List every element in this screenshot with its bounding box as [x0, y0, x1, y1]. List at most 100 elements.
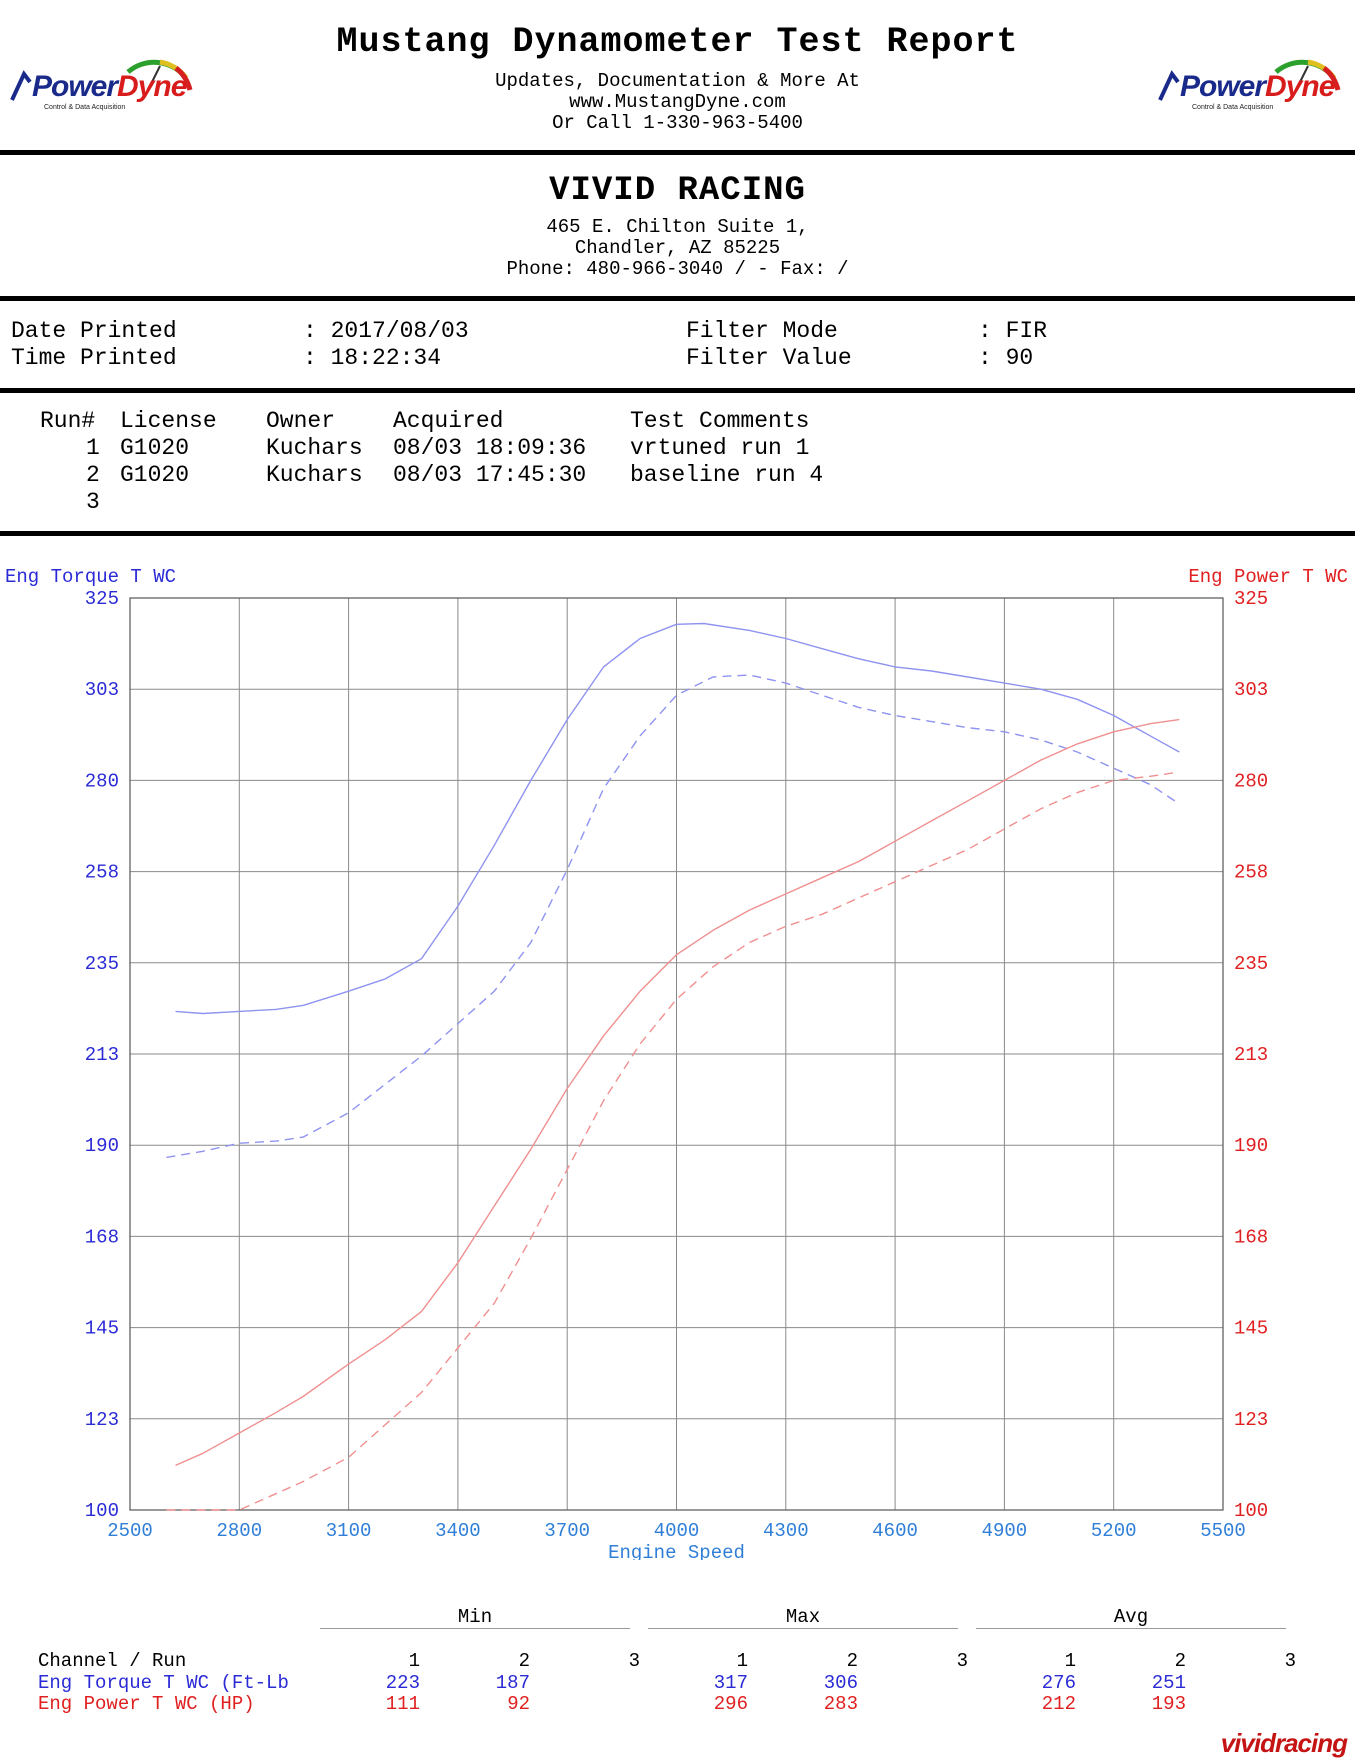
y-tick-label-right: 325 — [1234, 588, 1268, 610]
header-website: www.MustangDyne.com — [569, 91, 786, 113]
y-tick-label-right: 168 — [1234, 1226, 1268, 1248]
y-tick-label-left: 325 — [85, 588, 119, 610]
stats-group-min: Min — [457, 1606, 493, 1628]
stats-group-max: Max — [785, 1606, 821, 1628]
stats-run-header: 3 — [628, 1650, 640, 1672]
stats-power-min-run2: 92 — [507, 1693, 530, 1715]
x-tick-label: 5500 — [1200, 1520, 1246, 1542]
stats-run-header: 2 — [518, 1650, 530, 1672]
stats-torque-max-run1: 317 — [713, 1672, 748, 1694]
dyno-chart: 2500 2800 3100 3400 3700 4000 4300 4600 4900 5200… — [85, 588, 1268, 1560]
y-tick-label-left: 145 — [85, 1318, 119, 1340]
y-tick-label-right: 100 — [1234, 1500, 1268, 1522]
shop-phone: Phone: 480-966-3040 / - Fax: / — [506, 258, 849, 280]
run-header-license: License — [120, 408, 217, 434]
y-tick-label-left: 213 — [85, 1044, 119, 1066]
stats-power-avg-run1: 212 — [1041, 1693, 1076, 1715]
y-tick-label-right: 213 — [1234, 1044, 1268, 1066]
y-tick-label-right: 190 — [1234, 1135, 1268, 1157]
stats-channel-header: Channel / Run — [38, 1650, 187, 1672]
run-header-owner: Owner — [266, 408, 336, 434]
stats-torque-avg-run1: 276 — [1041, 1672, 1076, 1694]
stats-group-rule — [648, 1628, 958, 1629]
stats-torque-avg-run2: 251 — [1151, 1672, 1186, 1694]
x-tick-label: 4600 — [872, 1520, 918, 1542]
y-tick-label-left: 123 — [85, 1409, 119, 1431]
stats-torque-channel: Eng Torque T WC (Ft-Lb — [38, 1672, 289, 1694]
filter-value-value: : 90 — [978, 345, 1034, 371]
filter-value-label: Filter Value — [686, 345, 852, 371]
run-acquired: 08/03 18:09:36 — [393, 435, 587, 461]
y-tick-label-left: 235 — [85, 953, 119, 975]
time-printed-label: Time Printed — [11, 345, 177, 371]
divider — [0, 531, 1355, 536]
torque-run2-line — [166, 674, 1178, 1159]
stats-group-rule — [976, 1628, 1286, 1629]
x-tick-label: 2500 — [107, 1520, 153, 1542]
y-tick-label-right: 280 — [1234, 770, 1268, 792]
x-tick-label: 3100 — [326, 1520, 372, 1542]
stats-group-rule — [320, 1628, 630, 1629]
date-printed-label: Date Printed — [11, 318, 177, 344]
stats-run-header: 2 — [846, 1650, 858, 1672]
x-tick-label: 3700 — [544, 1520, 590, 1542]
x-tick-label: 5200 — [1091, 1520, 1137, 1542]
divider — [0, 388, 1355, 393]
stats-torque-max-run2: 306 — [823, 1672, 858, 1694]
run-header-acquired: Acquired — [393, 408, 504, 434]
filter-mode-label: Filter Mode — [686, 318, 838, 344]
power-run2-line — [166, 771, 1178, 1511]
x-tick-label: 4300 — [763, 1520, 809, 1542]
stats-group-avg: Avg — [1113, 1606, 1149, 1628]
run-header-comments: Test Comments — [630, 408, 810, 434]
power-run1-line — [175, 718, 1180, 1467]
stats-power-max-run1: 296 — [713, 1693, 748, 1715]
run-acquired: 08/03 17:45:30 — [393, 462, 587, 488]
run-number: 2 — [86, 462, 100, 488]
shop-name: VIVID RACING — [549, 172, 806, 210]
stats-torque-min-run1: 223 — [385, 1672, 420, 1694]
run-comment: baseline run 4 — [630, 462, 824, 488]
divider — [0, 296, 1355, 301]
x-tick-label: 4900 — [982, 1520, 1028, 1542]
run-owner: Kuchars — [266, 462, 363, 488]
y-tick-label-left: 168 — [85, 1226, 119, 1248]
y-tick-label-left: 100 — [85, 1500, 119, 1522]
stats-run-header: 2 — [1174, 1650, 1186, 1672]
header-phone: Or Call 1-330-963-5400 — [552, 112, 803, 134]
stats-run-header: 3 — [956, 1650, 968, 1672]
x-axis-title: Engine Speed — [608, 1542, 745, 1560]
stats-power-channel: Eng Power T WC (HP) — [38, 1693, 255, 1715]
stats-run-header: 1 — [408, 1650, 420, 1672]
stats-power-min-run1: 111 — [385, 1693, 420, 1715]
x-tick-label: 2800 — [216, 1520, 262, 1542]
time-printed-value: : 18:22:34 — [303, 345, 442, 371]
run-comment: vrtuned run 1 — [630, 435, 810, 461]
y-tick-label-right: 145 — [1234, 1318, 1268, 1340]
run-number: 3 — [86, 489, 100, 515]
run-header-run: Run# — [40, 408, 96, 434]
y-tick-label-left: 258 — [85, 862, 119, 884]
filter-mode-value: : FIR — [978, 318, 1048, 344]
y-tick-label-left: 303 — [85, 679, 119, 701]
run-owner: Kuchars — [266, 435, 363, 461]
vividracing-watermark: vividracing — [1220, 1728, 1348, 1758]
stats-run-header: 1 — [736, 1650, 748, 1672]
stats-power-avg-run2: 193 — [1151, 1693, 1186, 1715]
y-tick-label-right: 123 — [1234, 1409, 1268, 1431]
shop-address-1: 465 E. Chilton Suite 1, — [546, 216, 809, 238]
stats-run-header: 1 — [1064, 1650, 1076, 1672]
shop-address-2: Chandler, AZ 85225 — [574, 237, 781, 259]
y-tick-label-left: 280 — [85, 770, 119, 792]
run-license: G1020 — [120, 435, 190, 461]
y-tick-label-left: 190 — [85, 1135, 119, 1157]
report-title: Mustang Dynamometer Test Report — [336, 22, 1019, 62]
date-printed-value: : 2017/08/03 — [303, 318, 469, 344]
y-tick-label-right: 235 — [1234, 953, 1268, 975]
run-number: 1 — [86, 435, 100, 461]
run-license: G1020 — [120, 462, 190, 488]
divider — [0, 150, 1355, 155]
x-tick-label: 4000 — [654, 1520, 700, 1542]
y-tick-label-right: 258 — [1234, 862, 1268, 884]
torque-run1-line — [175, 622, 1180, 1015]
